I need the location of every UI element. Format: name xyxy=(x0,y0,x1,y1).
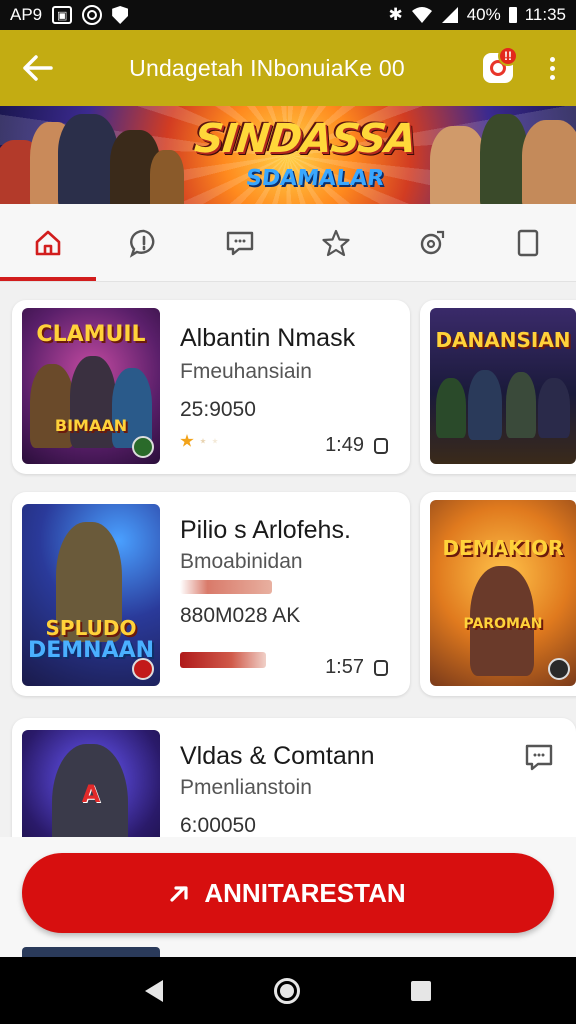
primary-action-label: ANNITARESTAN xyxy=(204,877,406,908)
list-item[interactable]: SPLUDO DEMNAAN Pilio s Arlofehs. Bmoabin… xyxy=(12,492,410,696)
star-icon xyxy=(180,434,194,447)
thumbnail-title: DEMAKIOR xyxy=(442,536,564,560)
banner-subtitle: SDAMALAR xyxy=(244,166,386,191)
home-icon xyxy=(35,230,61,255)
promo-banner[interactable]: SINDASSA SDAMALAR xyxy=(0,106,576,204)
thumbnail-subtitle: BIMAAN xyxy=(54,416,128,435)
thumbnail-title: SPLUDO xyxy=(45,616,137,640)
game-thumbnail: CLAMUIL BIMAAN xyxy=(22,308,160,464)
gallery-icon: ▣ xyxy=(52,6,73,24)
rating xyxy=(180,434,218,448)
more-vert-icon xyxy=(549,56,555,62)
record-icon xyxy=(82,5,103,25)
overflow-menu-button[interactable] xyxy=(528,30,576,106)
game-title: Pilio s Arlofehs. xyxy=(180,516,351,544)
game-thumbnail: DANANSIAN xyxy=(430,308,576,464)
list-item[interactable]: CLAMUIL BIMAAN Albantin Nmask Fmeuhansia… xyxy=(12,300,410,474)
banner-character xyxy=(430,126,486,204)
game-thumbnail: DEMAKIOR PAROMAN xyxy=(430,500,576,686)
system-nav-bar xyxy=(0,957,576,1024)
comment-icon[interactable] xyxy=(524,742,554,772)
game-title: Albantin Nmask xyxy=(180,324,356,352)
duration: 1:49 xyxy=(325,434,388,457)
game-badge-icon xyxy=(132,658,154,680)
tab-home[interactable] xyxy=(0,204,96,281)
game-badge-icon xyxy=(132,436,154,458)
game-stat: 25:9050 xyxy=(180,398,256,421)
list-item[interactable]: A Vldas & Comtann Pmenlianstoin 6:00050 xyxy=(12,718,576,837)
game-subtitle: Bmoabinidan xyxy=(180,550,303,573)
thumbnail-subtitle: PAROMAN xyxy=(463,616,543,632)
shield-icon xyxy=(112,6,129,24)
duration-label: 1:57 xyxy=(325,656,364,678)
timer-icon xyxy=(374,437,388,454)
game-stat: 880M028 AK xyxy=(180,604,301,627)
battery-icon xyxy=(508,7,517,23)
game-stat: 6:00050 xyxy=(180,814,256,837)
thumbnail-title: A xyxy=(81,780,101,808)
square-icon xyxy=(517,229,539,256)
progress-bar xyxy=(180,580,272,594)
banner-character xyxy=(150,150,184,204)
status-bar: AP9 ▣ ✱ 40% 11:35 xyxy=(0,0,576,30)
tab-discussions[interactable] xyxy=(96,204,192,281)
game-subtitle: Fmeuhansiain xyxy=(180,360,312,383)
tab-settings[interactable] xyxy=(384,204,480,281)
notifications-button[interactable]: !! xyxy=(468,30,528,106)
side-list-item[interactable]: DEMAKIOR PAROMAN xyxy=(420,492,576,696)
thumbnail-title: DANANSIAN xyxy=(435,328,571,352)
screen: AP9 ▣ ✱ 40% 11:35 Undagetah INbonuiaKe 0… xyxy=(0,0,576,1024)
side-list-item[interactable]: DANANSIAN xyxy=(420,300,576,474)
carrier-label: AP9 xyxy=(10,5,43,24)
star-icon xyxy=(322,229,350,256)
message-icon xyxy=(226,231,254,255)
banner-title: SINDASSA xyxy=(192,116,418,162)
chat-alert-icon xyxy=(129,229,155,258)
tab-library[interactable] xyxy=(480,204,576,281)
duration: 1:57 xyxy=(325,656,388,679)
game-badge-icon xyxy=(548,658,570,680)
arrow-right-icon xyxy=(170,886,188,902)
notification-badge: !! xyxy=(498,46,518,66)
banner-character xyxy=(480,114,528,204)
back-button[interactable] xyxy=(0,30,76,106)
progress-bar xyxy=(180,652,266,668)
game-thumbnail: SPLUDO DEMNAAN xyxy=(22,504,160,686)
cta-area: ANNITARESTAN xyxy=(0,837,576,959)
thumbnail-title: CLAMUIL xyxy=(36,322,146,347)
tab-bar xyxy=(0,204,576,282)
banner-character xyxy=(522,120,576,204)
tab-messages[interactable] xyxy=(192,204,288,281)
nav-back-icon[interactable] xyxy=(145,979,164,1002)
page-title: Undagetah INbonuiaKe 00 xyxy=(129,54,405,81)
battery-label: 40% xyxy=(466,5,501,24)
banner-character xyxy=(58,114,118,204)
signal-icon xyxy=(441,7,458,23)
arrow-left-icon xyxy=(23,55,53,81)
game-thumbnail: A xyxy=(22,730,160,837)
tab-favorites[interactable] xyxy=(288,204,384,281)
content-list: CLAMUIL BIMAAN Albantin Nmask Fmeuhansia… xyxy=(0,282,576,837)
clock: 11:35 xyxy=(524,5,566,24)
game-title: Vldas & Comtann xyxy=(180,742,375,770)
nav-home-icon[interactable] xyxy=(273,977,300,1004)
settings-icon xyxy=(420,230,445,254)
duration-label: 1:49 xyxy=(325,434,364,456)
primary-action-button[interactable]: ANNITARESTAN xyxy=(22,853,554,933)
timer-icon xyxy=(374,659,388,676)
nav-recents-icon[interactable] xyxy=(410,980,431,1001)
toolbar: Undagetah INbonuiaKe 00 !! xyxy=(0,30,576,106)
wifi-icon xyxy=(411,7,432,23)
game-subtitle: Pmenlianstoin xyxy=(180,776,312,799)
bluetooth-icon: ✱ xyxy=(388,5,403,24)
